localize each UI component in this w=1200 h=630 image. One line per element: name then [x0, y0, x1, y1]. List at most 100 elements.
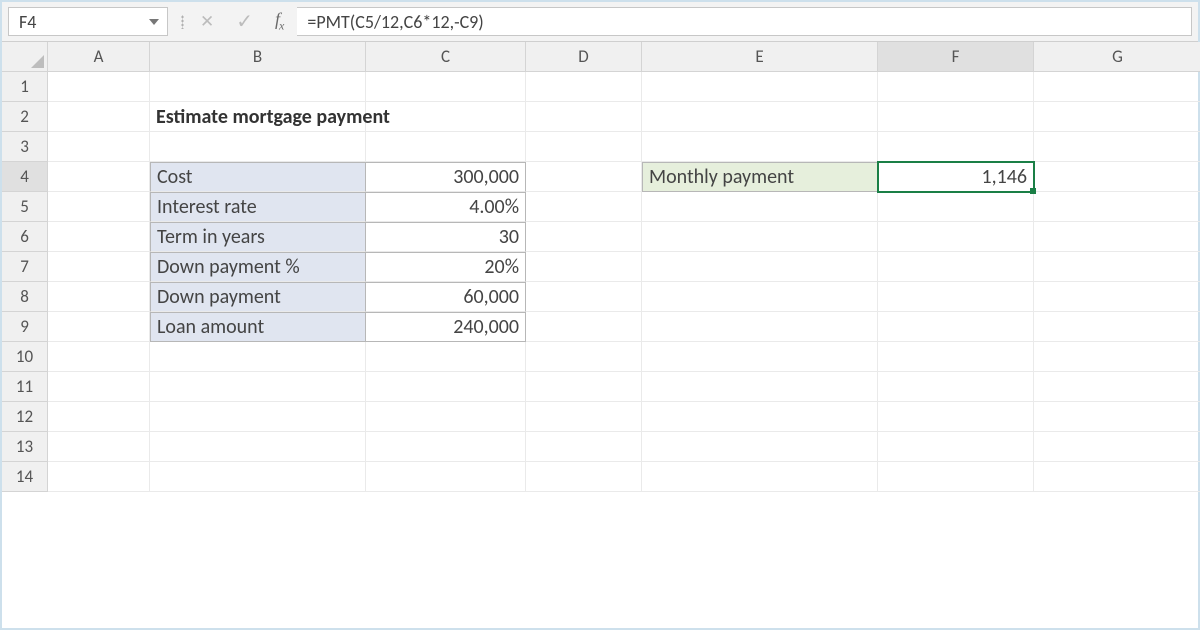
cell-G2[interactable] [1034, 102, 1200, 132]
cell-B10[interactable] [150, 342, 366, 372]
cell-D3[interactable] [526, 132, 642, 162]
cell-C7[interactable]: 20% [366, 252, 526, 282]
cell-D12[interactable] [526, 402, 642, 432]
cell-B2-title[interactable]: Estimate mortgage payment [150, 102, 366, 132]
cell-B9[interactable]: Loan amount [150, 312, 366, 342]
cell-G14[interactable] [1034, 462, 1200, 492]
cell-C2[interactable] [366, 102, 526, 132]
cell-F8[interactable] [878, 282, 1034, 312]
cell-F10[interactable] [878, 342, 1034, 372]
cell-B11[interactable] [150, 372, 366, 402]
col-header-E[interactable]: E [642, 42, 878, 72]
cell-F14[interactable] [878, 462, 1034, 492]
cell-E2[interactable] [642, 102, 878, 132]
cell-G12[interactable] [1034, 402, 1200, 432]
cell-E3[interactable] [642, 132, 878, 162]
cell-C5[interactable]: 4.00% [366, 192, 526, 222]
cell-D11[interactable] [526, 372, 642, 402]
cell-F6[interactable] [878, 222, 1034, 252]
cell-D7[interactable] [526, 252, 642, 282]
cell-G6[interactable] [1034, 222, 1200, 252]
row-header-4[interactable]: 4 [2, 162, 48, 192]
row-header-14[interactable]: 14 [2, 462, 48, 492]
cell-B3[interactable] [150, 132, 366, 162]
cell-G9[interactable] [1034, 312, 1200, 342]
cell-D14[interactable] [526, 462, 642, 492]
row-header-10[interactable]: 10 [2, 342, 48, 372]
cell-F12[interactable] [878, 402, 1034, 432]
cell-C3[interactable] [366, 132, 526, 162]
cell-A5[interactable] [48, 192, 150, 222]
row-header-3[interactable]: 3 [2, 132, 48, 162]
cell-C8[interactable]: 60,000 [366, 282, 526, 312]
cell-B14[interactable] [150, 462, 366, 492]
cell-D1[interactable] [526, 72, 642, 102]
cell-A13[interactable] [48, 432, 150, 462]
row-header-1[interactable]: 1 [2, 72, 48, 102]
cell-E12[interactable] [642, 402, 878, 432]
cell-E4[interactable]: Monthly payment [642, 162, 878, 192]
formula-bar-grip[interactable] [174, 2, 190, 41]
row-header-7[interactable]: 7 [2, 252, 48, 282]
cell-B7[interactable]: Down payment % [150, 252, 366, 282]
cell-F3[interactable] [878, 132, 1034, 162]
cell-G3[interactable] [1034, 132, 1200, 162]
cell-A4[interactable] [48, 162, 150, 192]
row-header-2[interactable]: 2 [2, 102, 48, 132]
cell-C12[interactable] [366, 402, 526, 432]
cell-A12[interactable] [48, 402, 150, 432]
cell-C4[interactable]: 300,000 [366, 162, 526, 192]
cell-B8[interactable]: Down payment [150, 282, 366, 312]
cell-A14[interactable] [48, 462, 150, 492]
cell-F13[interactable] [878, 432, 1034, 462]
cell-B12[interactable] [150, 402, 366, 432]
row-header-5[interactable]: 5 [2, 192, 48, 222]
cell-F11[interactable] [878, 372, 1034, 402]
cell-E1[interactable] [642, 72, 878, 102]
cell-D5[interactable] [526, 192, 642, 222]
col-header-F[interactable]: F [878, 42, 1034, 72]
cell-E13[interactable] [642, 432, 878, 462]
cell-G13[interactable] [1034, 432, 1200, 462]
cell-F2[interactable] [878, 102, 1034, 132]
cell-D13[interactable] [526, 432, 642, 462]
cell-C14[interactable] [366, 462, 526, 492]
cell-B4[interactable]: Cost [150, 162, 366, 192]
fx-icon[interactable]: fx [275, 9, 283, 34]
cell-C10[interactable] [366, 342, 526, 372]
col-header-B[interactable]: B [150, 42, 366, 72]
row-header-11[interactable]: 11 [2, 372, 48, 402]
cell-G10[interactable] [1034, 342, 1200, 372]
cell-F7[interactable] [878, 252, 1034, 282]
cell-B1[interactable] [150, 72, 366, 102]
cell-E7[interactable] [642, 252, 878, 282]
cancel-icon[interactable]: ✕ [200, 11, 214, 32]
cell-D2[interactable] [526, 102, 642, 132]
cell-A11[interactable] [48, 372, 150, 402]
formula-input[interactable]: =PMT(C5/12,C6*12,-C9) [297, 7, 1192, 36]
cell-A1[interactable] [48, 72, 150, 102]
cell-B13[interactable] [150, 432, 366, 462]
cell-A3[interactable] [48, 132, 150, 162]
cell-C6[interactable]: 30 [366, 222, 526, 252]
col-header-D[interactable]: D [526, 42, 642, 72]
cell-G11[interactable] [1034, 372, 1200, 402]
cell-B5[interactable]: Interest rate [150, 192, 366, 222]
cell-A8[interactable] [48, 282, 150, 312]
cell-G7[interactable] [1034, 252, 1200, 282]
row-header-13[interactable]: 13 [2, 432, 48, 462]
cell-C1[interactable] [366, 72, 526, 102]
cell-E10[interactable] [642, 342, 878, 372]
cell-D9[interactable] [526, 312, 642, 342]
cell-A9[interactable] [48, 312, 150, 342]
cell-D4[interactable] [526, 162, 642, 192]
name-box[interactable]: F4 [8, 7, 168, 36]
cell-E6[interactable] [642, 222, 878, 252]
cell-D10[interactable] [526, 342, 642, 372]
cell-A10[interactable] [48, 342, 150, 372]
chevron-down-icon[interactable] [149, 19, 159, 25]
cell-G4[interactable] [1034, 162, 1200, 192]
enter-icon[interactable]: ✓ [236, 9, 253, 34]
cell-A6[interactable] [48, 222, 150, 252]
row-header-8[interactable]: 8 [2, 282, 48, 312]
